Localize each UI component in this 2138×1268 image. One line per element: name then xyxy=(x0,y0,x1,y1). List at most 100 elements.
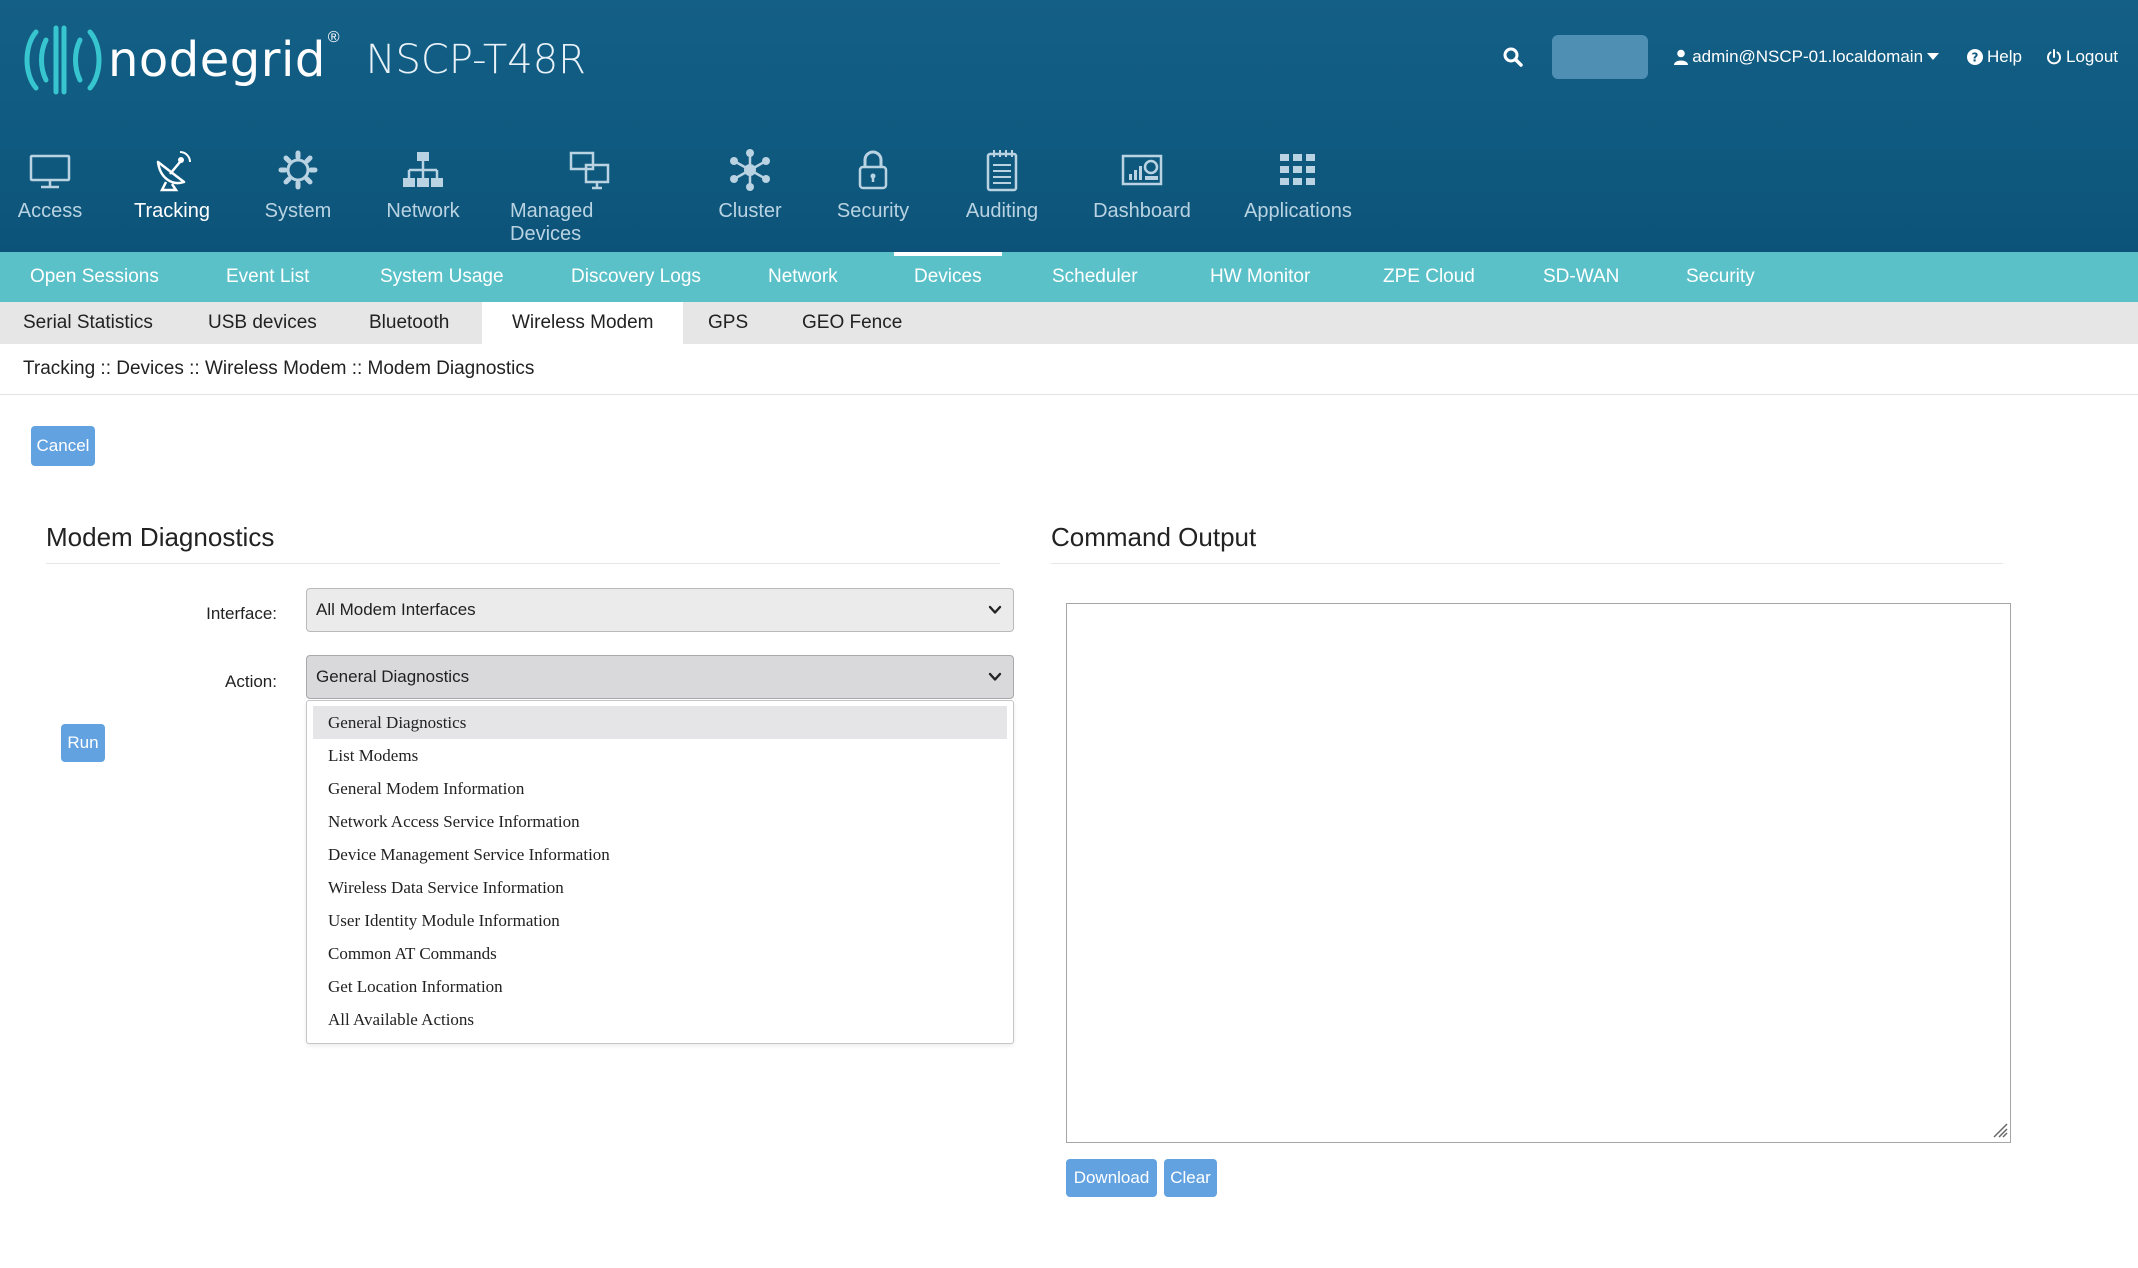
svg-text:?: ? xyxy=(1972,51,1979,65)
module-network[interactable]: Network xyxy=(373,148,473,223)
modem-diagnostics-title: Modem Diagnostics xyxy=(46,522,275,552)
run-button[interactable]: Run xyxy=(61,724,105,762)
module-label: Dashboard xyxy=(1093,200,1191,222)
user-icon xyxy=(1674,49,1689,65)
satellite-dish-icon xyxy=(156,151,191,192)
option-get-location-information[interactable]: Get Location Information xyxy=(313,970,1007,1003)
tab-discovery-logs[interactable]: Discovery Logs xyxy=(571,252,701,302)
module-auditing[interactable]: Auditing xyxy=(952,148,1052,223)
module-label: Tracking xyxy=(134,200,210,222)
module-system[interactable]: System xyxy=(248,148,348,223)
module-label: Cluster xyxy=(718,200,782,222)
search-input[interactable] xyxy=(1552,35,1649,79)
subtab-wireless-modem[interactable]: Wireless Modem xyxy=(482,302,684,344)
option-common-at-commands[interactable]: Common AT Commands xyxy=(313,937,1007,970)
logout-link[interactable]: Logout xyxy=(2046,47,2118,67)
header-controls: admin@NSCP-01.localdomain ? Help Logout xyxy=(1502,34,2118,80)
module-label: Access xyxy=(17,200,83,222)
power-icon xyxy=(2047,49,2061,65)
tab-event-list[interactable]: Event List xyxy=(226,252,309,302)
cluster-icon xyxy=(730,149,770,191)
download-button[interactable]: Download xyxy=(1066,1159,1157,1197)
notepad-icon xyxy=(986,150,1018,192)
tab-system-usage[interactable]: System Usage xyxy=(380,252,504,302)
option-list-modems[interactable]: List Modems xyxy=(313,739,1007,772)
chevron-down-icon xyxy=(988,672,1002,681)
module-label: Managed Devices xyxy=(510,200,594,245)
search-icon[interactable] xyxy=(1502,46,1524,68)
user-name: admin@NSCP-01.localdomain xyxy=(1692,47,1924,66)
tab-open-sessions[interactable]: Open Sessions xyxy=(30,252,159,302)
option-all-available-actions[interactable]: All Available Actions xyxy=(313,1003,1007,1036)
module-label: Auditing xyxy=(965,200,1039,222)
help-icon: ? xyxy=(1967,49,1984,65)
registered-mark: ® xyxy=(327,29,340,46)
option-wireless-data-service-information[interactable]: Wireless Data Service Information xyxy=(313,871,1007,904)
dashboard-icon xyxy=(1121,154,1163,186)
logo-text: nodegrid xyxy=(108,32,326,88)
caret-down-icon xyxy=(1927,53,1940,60)
action-select[interactable]: General Diagnostics xyxy=(306,655,1014,699)
header: nodegrid ® NSCP-T48R admin@NSCP-01.local… xyxy=(0,0,2138,252)
option-network-access-service-information[interactable]: Network Access Service Information xyxy=(313,805,1007,838)
grid-icon xyxy=(1280,154,1315,185)
nodegrid-logo-icon xyxy=(24,25,102,95)
module-label: Network xyxy=(386,200,460,222)
tab-hw-monitor[interactable]: HW Monitor xyxy=(1210,252,1310,302)
interface-label: Interface: xyxy=(206,604,277,623)
breadcrumb: Tracking :: Devices :: Wireless Modem ::… xyxy=(23,358,535,379)
secondary-nav: Open Sessions Event List System Usage Di… xyxy=(0,252,2138,302)
interface-select[interactable]: All Modem Interfaces xyxy=(306,588,1014,632)
devices-icon xyxy=(569,151,610,190)
module-managed-devices[interactable]: Managed Devices xyxy=(510,148,670,246)
user-menu[interactable]: admin@NSCP-01.localdomain xyxy=(1674,47,1943,67)
tab-security[interactable]: Security xyxy=(1686,252,1755,302)
divider xyxy=(0,394,2138,395)
cancel-button[interactable]: Cancel xyxy=(31,426,95,466)
action-dropdown-list: General Diagnostics List Modems General … xyxy=(306,700,1014,1044)
module-cluster[interactable]: Cluster xyxy=(700,148,800,223)
module-security[interactable]: Security xyxy=(823,148,923,223)
clear-button[interactable]: Clear xyxy=(1164,1159,1217,1197)
tertiary-nav: Serial Statistics USB devices Bluetooth … xyxy=(0,302,2138,344)
tab-devices[interactable]: Devices xyxy=(894,252,1002,302)
module-label: Security xyxy=(836,200,910,222)
resize-grip-icon[interactable] xyxy=(1990,1120,2008,1138)
module-label: System xyxy=(264,200,332,222)
option-general-modem-information[interactable]: General Modem Information xyxy=(313,772,1007,805)
network-tree-icon xyxy=(403,152,443,187)
option-device-management-service-information[interactable]: Device Management Service Information xyxy=(313,838,1007,871)
chevron-down-icon xyxy=(988,605,1002,614)
subtab-serial-statistics[interactable]: Serial Statistics xyxy=(23,302,153,344)
action-label: Action: xyxy=(225,672,277,691)
logo[interactable]: nodegrid ® NSCP-T48R xyxy=(22,20,586,100)
module-applications[interactable]: Applications xyxy=(1238,148,1358,223)
subtab-gps[interactable]: GPS xyxy=(708,302,748,344)
help-label: Help xyxy=(1987,47,2022,66)
command-output-area[interactable] xyxy=(1066,603,2011,1143)
option-user-identity-module-information[interactable]: User Identity Module Information xyxy=(313,904,1007,937)
help-link[interactable]: ? Help xyxy=(1967,47,2022,67)
module-access[interactable]: Access xyxy=(0,148,100,223)
action-select-value: General Diagnostics xyxy=(316,667,470,686)
product-name: NSCP-T48R xyxy=(365,37,586,83)
tab-scheduler[interactable]: Scheduler xyxy=(1052,252,1138,302)
subtab-bluetooth[interactable]: Bluetooth xyxy=(369,302,449,344)
lock-icon xyxy=(858,150,888,190)
divider xyxy=(46,563,1000,564)
command-output-title: Command Output xyxy=(1051,522,1257,552)
interface-select-value: All Modem Interfaces xyxy=(316,600,476,619)
option-general-diagnostics[interactable]: General Diagnostics xyxy=(313,706,1007,739)
subtab-geo-fence[interactable]: GEO Fence xyxy=(802,302,902,344)
logout-label: Logout xyxy=(2066,47,2118,66)
tab-sd-wan[interactable]: SD-WAN xyxy=(1543,252,1619,302)
module-label: Applications xyxy=(1244,200,1352,222)
tab-zpe-cloud[interactable]: ZPE Cloud xyxy=(1383,252,1475,302)
subtab-usb-devices[interactable]: USB devices xyxy=(208,302,317,344)
gear-icon xyxy=(278,150,318,190)
module-tracking[interactable]: Tracking xyxy=(122,148,222,223)
tab-network[interactable]: Network xyxy=(768,252,838,302)
divider xyxy=(1051,563,2003,564)
monitor-icon xyxy=(29,154,71,189)
module-dashboard[interactable]: Dashboard xyxy=(1082,148,1202,223)
